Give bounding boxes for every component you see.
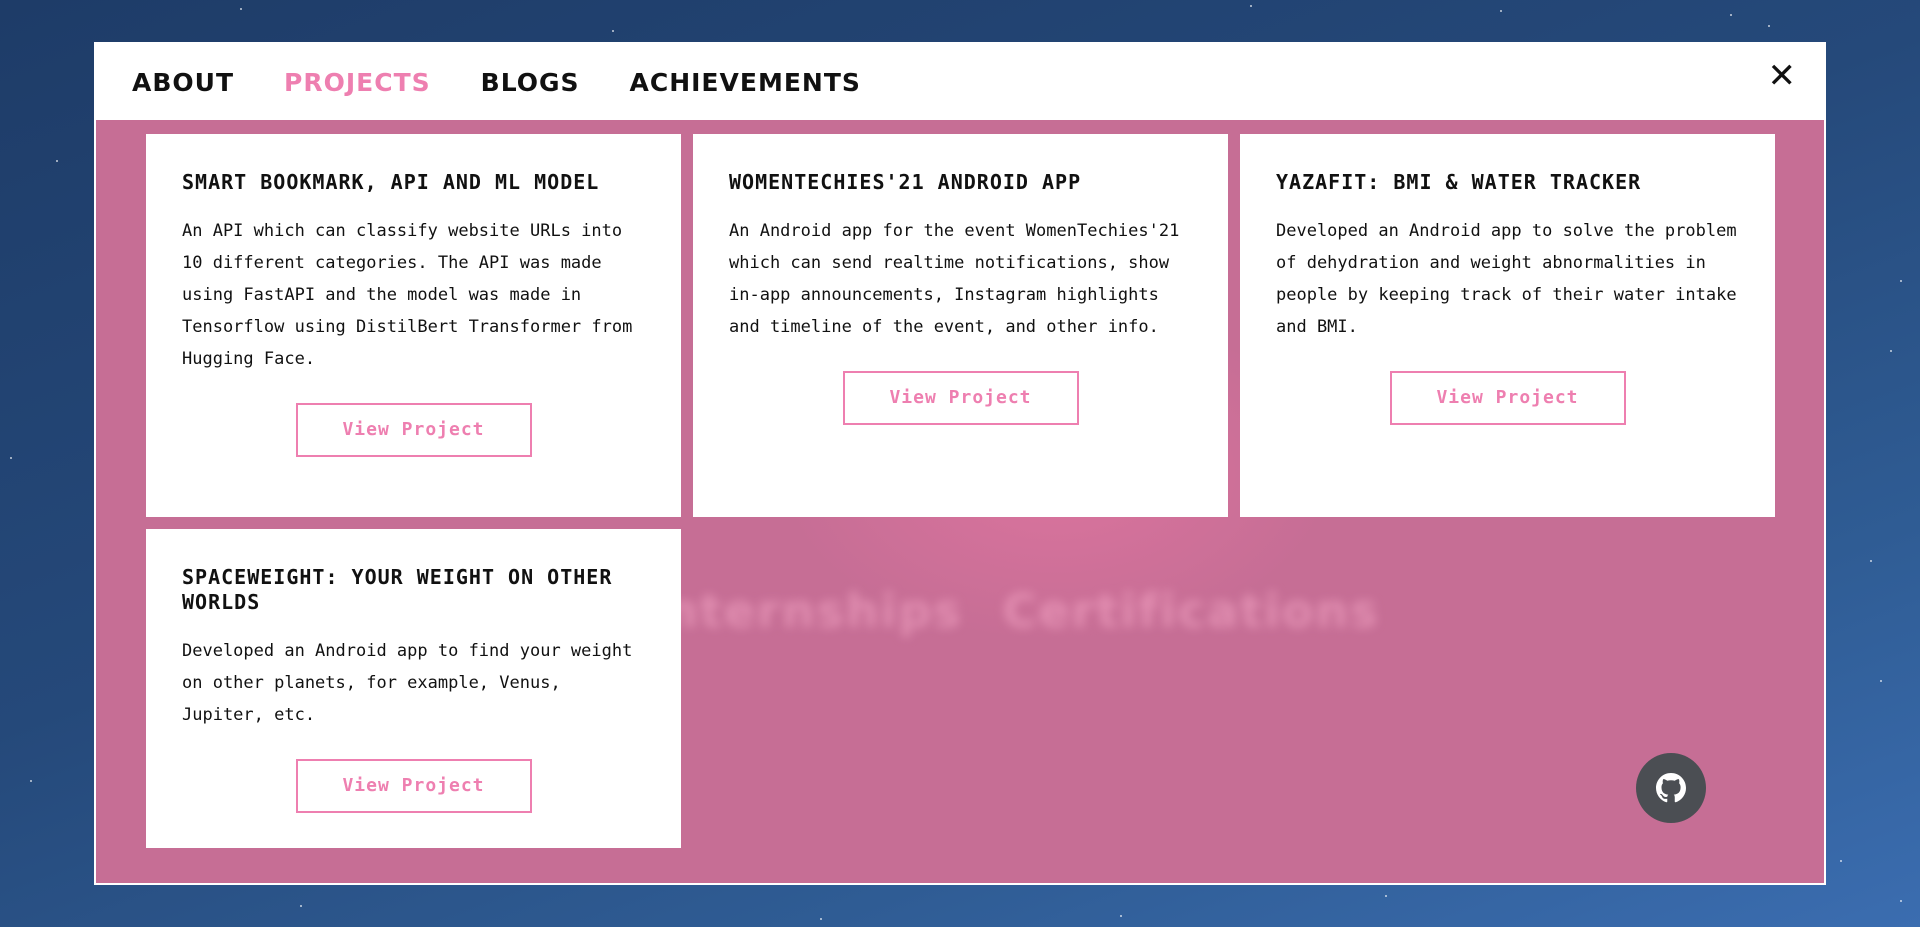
nav-achievements[interactable]: Achievements	[630, 68, 861, 97]
star	[30, 780, 32, 782]
view-project-button[interactable]: View Project	[1389, 371, 1626, 425]
star	[10, 457, 12, 459]
star	[240, 8, 242, 10]
blurred-internships: Internships	[646, 584, 963, 638]
star	[1900, 280, 1902, 282]
blurred-certifications: Certifications	[1002, 584, 1380, 638]
view-project-button[interactable]: View Project	[295, 759, 532, 813]
project-description: Developed an Android app to solve the pr…	[1276, 221, 1737, 337]
nav-projects[interactable]: Projects	[284, 68, 431, 97]
star	[1120, 915, 1122, 917]
project-title: YazaFit: BMI & Water Tracker	[1276, 170, 1642, 194]
projects-modal: Internships Certifications About Project…	[94, 42, 1826, 885]
project-card-smart-bookmark: Smart Bookmark, API and ML Model An API …	[146, 134, 681, 517]
project-card-womentechies: WomenTechies'21 Android App An Android a…	[693, 134, 1228, 517]
view-project-button[interactable]: View Project	[295, 403, 532, 457]
star	[820, 918, 822, 920]
star	[1768, 25, 1770, 27]
star	[1890, 350, 1892, 352]
project-title: WomenTechies'21 Android App	[729, 170, 1082, 194]
star	[1385, 895, 1387, 897]
project-description: An Android app for the event WomenTechie…	[729, 221, 1180, 337]
project-description: An API which can classify website URLs i…	[182, 221, 633, 369]
star	[612, 30, 614, 32]
star	[1840, 860, 1842, 862]
star	[300, 905, 302, 907]
close-icon[interactable]: ✕	[1768, 59, 1797, 93]
project-title: SpaceWeight: Your Weight on Other Worlds	[182, 565, 613, 614]
modal-nav: About Projects Blogs Achievements ✕	[96, 44, 1824, 120]
project-title: Smart Bookmark, API and ML Model	[182, 170, 600, 194]
project-card-spaceweight: SpaceWeight: Your Weight on Other Worlds…	[146, 529, 681, 848]
project-card-yazafit: YazaFit: BMI & Water Tracker Developed a…	[1240, 134, 1775, 517]
view-project-button[interactable]: View Project	[842, 371, 1079, 425]
star	[1870, 560, 1872, 562]
star	[1900, 900, 1902, 902]
nav-blogs[interactable]: Blogs	[481, 68, 580, 97]
github-icon	[1656, 773, 1686, 803]
project-description: Developed an Android app to find your we…	[182, 641, 633, 725]
nav-about[interactable]: About	[132, 68, 234, 97]
star	[1500, 10, 1502, 12]
star	[1730, 14, 1732, 16]
star	[1880, 680, 1882, 682]
blurred-background-text: Internships Certifications	[646, 584, 1380, 638]
star	[56, 160, 58, 162]
star	[1250, 5, 1252, 7]
github-button[interactable]	[1636, 753, 1706, 823]
